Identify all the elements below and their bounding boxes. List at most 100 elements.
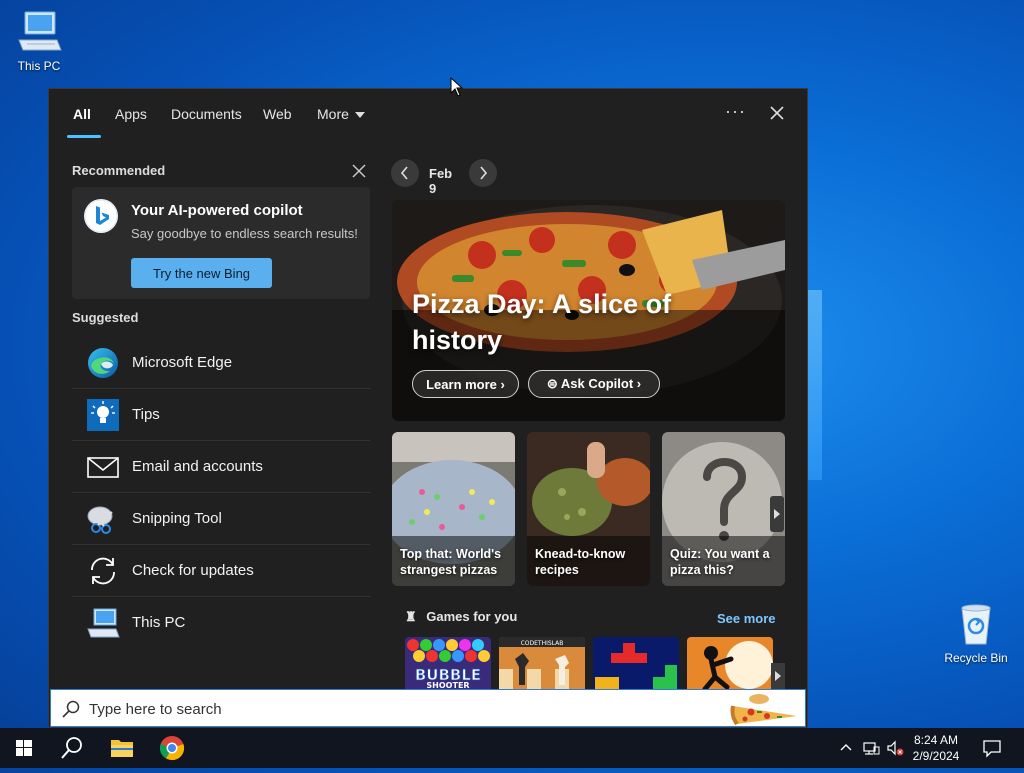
chrome-button[interactable]: [148, 728, 196, 768]
suggested-item-snipping-tool[interactable]: Snipping Tool: [72, 493, 370, 545]
block-puzzle-thumbnail: [593, 637, 679, 689]
desktop-icon-label: Recycle Bin: [944, 651, 1008, 665]
desktop-recycle-bin-icon[interactable]: Recycle Bin: [943, 602, 1009, 665]
try-bing-button[interactable]: Try the new Bing: [131, 258, 272, 288]
chevron-right-icon: [480, 166, 488, 180]
recommended-heading: Recommended: [72, 163, 166, 178]
suggested-item-this-pc[interactable]: This PC: [72, 597, 370, 648]
card-pizza-quiz[interactable]: Quiz: You want a pizza this?: [662, 432, 785, 586]
clock-date: 2/9/2024: [912, 749, 960, 763]
see-more-link[interactable]: See more: [717, 611, 776, 626]
hero-title: Pizza Day: A slice of history: [412, 289, 672, 355]
clock[interactable]: 8:24 AM 2/9/2024: [906, 732, 966, 764]
chevron-right-icon: ›: [500, 376, 505, 392]
desktop-icon-label: This PC: [17, 59, 61, 73]
card-strangest-pizzas[interactable]: Top that: World's strangest pizzas: [392, 432, 515, 586]
card-knead-recipes[interactable]: Knead-to-know recipes: [527, 432, 650, 586]
speaker-muted-icon[interactable]: [885, 738, 905, 758]
edge-icon: [88, 348, 118, 378]
games-heading-label: Games for you: [426, 609, 518, 624]
copilot-card-subtitle: Say goodbye to endless search results!: [131, 226, 358, 241]
suggested-item-tips[interactable]: Tips: [72, 389, 370, 441]
suggested-heading: Suggested: [72, 310, 139, 325]
games-next-button[interactable]: [771, 663, 785, 689]
next-day-button[interactable]: [469, 159, 497, 187]
card-label: Top that: World's strangest pizzas: [400, 547, 502, 577]
suggested-item-label: This PC: [132, 614, 186, 631]
suggested-item-email-accounts[interactable]: Email and accounts: [72, 441, 370, 493]
game-chess[interactable]: CODETHISLAB: [499, 637, 585, 689]
notification-icon[interactable]: [982, 738, 1002, 758]
caret-right-icon: [775, 671, 781, 681]
network-icon[interactable]: [861, 738, 881, 758]
card-label: Quiz: You want a pizza this?: [670, 547, 770, 577]
learn-more-button[interactable]: Learn more ›: [412, 370, 519, 398]
games-controller-icon: ♜: [405, 609, 417, 624]
close-icon[interactable]: [767, 103, 787, 123]
mouse-cursor-icon: [450, 77, 464, 97]
snipping-tool-icon: [87, 506, 113, 534]
search-icon: [61, 737, 82, 759]
copilot-card-title: Your AI-powered copilot: [131, 202, 303, 219]
start-button[interactable]: [0, 728, 48, 768]
tab-web[interactable]: Web: [263, 106, 292, 122]
clock-time: 8:24 AM: [913, 733, 959, 747]
recycle-bin-icon: [961, 604, 991, 645]
tab-apps[interactable]: Apps: [115, 106, 147, 122]
pizza-slice-icon: [730, 694, 797, 726]
folder-icon: [111, 740, 133, 757]
mail-icon: [87, 457, 119, 478]
tab-more-label: More: [317, 106, 349, 122]
highlight-date: Feb 9: [429, 166, 453, 196]
tab-all[interactable]: All: [73, 106, 91, 122]
taskbar: 8:24 AM 2/9/2024: [0, 728, 1024, 768]
more-options-icon[interactable]: ···: [725, 101, 746, 122]
search-icon: [62, 700, 80, 718]
suggested-item-label: Microsoft Edge: [132, 354, 233, 371]
card-label: Knead-to-know recipes: [535, 547, 626, 577]
suggested-item-label: Email and accounts: [132, 458, 263, 475]
games-heading: ♜ Games for you: [405, 609, 517, 625]
taskbar-search-button[interactable]: [48, 728, 96, 768]
chevron-left-icon: [400, 166, 408, 180]
game-publisher-text: CODETHISLAB: [521, 640, 564, 647]
game-stickman[interactable]: [687, 637, 773, 689]
ask-copilot-label: Ask Copilot: [560, 376, 634, 391]
search-input[interactable]: [87, 696, 691, 722]
stickman-thumbnail: [687, 637, 773, 689]
computer-icon: [87, 608, 120, 638]
suggested-list: Microsoft Edge Tips Email and accounts S…: [72, 337, 370, 648]
desktop-wallpaper-light: [808, 290, 822, 480]
copilot-card: Your AI-powered copilot Say goodbye to e…: [72, 187, 370, 299]
file-explorer-button[interactable]: [98, 728, 146, 768]
suggested-item-label: Tips: [132, 406, 160, 423]
chrome-icon: [159, 736, 185, 761]
computer-icon: [18, 11, 62, 51]
learn-more-label: Learn more: [426, 376, 497, 392]
suggested-item-label: Snipping Tool: [132, 510, 222, 527]
chat-icon: ⊜: [546, 376, 558, 391]
update-icon: [91, 557, 115, 585]
suggested-item-label: Check for updates: [132, 562, 254, 579]
previous-day-button[interactable]: [391, 159, 419, 187]
desktop-this-pc-icon[interactable]: This PC: [7, 10, 71, 73]
chess-thumbnail: CODETHISLAB: [499, 637, 585, 689]
ask-copilot-button[interactable]: ⊜ Ask Copilot ›: [528, 370, 660, 398]
dismiss-recommended-icon[interactable]: [351, 163, 367, 179]
taskbar-search-box[interactable]: [50, 689, 806, 727]
tab-documents[interactable]: Documents: [171, 106, 242, 122]
suggested-item-check-updates[interactable]: Check for updates: [72, 545, 370, 597]
game-block-puzzle[interactable]: [593, 637, 679, 689]
bing-icon: [84, 199, 118, 233]
active-tab-indicator: [67, 135, 101, 138]
chevron-right-icon: ›: [636, 376, 642, 391]
pizza-day-hero[interactable]: Pizza Day: A slice of history Learn more…: [392, 200, 785, 421]
tab-more[interactable]: More: [317, 106, 365, 122]
chevron-up-icon[interactable]: [836, 738, 856, 758]
game-bubble-shooter[interactable]: BUBBLE SHOOTER: [405, 637, 491, 689]
suggested-item-edge[interactable]: Microsoft Edge: [72, 337, 370, 389]
cards-next-button[interactable]: [770, 496, 784, 532]
bubble-shooter-thumbnail: BUBBLE SHOOTER: [405, 637, 491, 689]
game-subtitle-text: SHOOTER: [426, 681, 469, 689]
search-tabs: All Apps Documents Web More ···: [49, 89, 807, 139]
